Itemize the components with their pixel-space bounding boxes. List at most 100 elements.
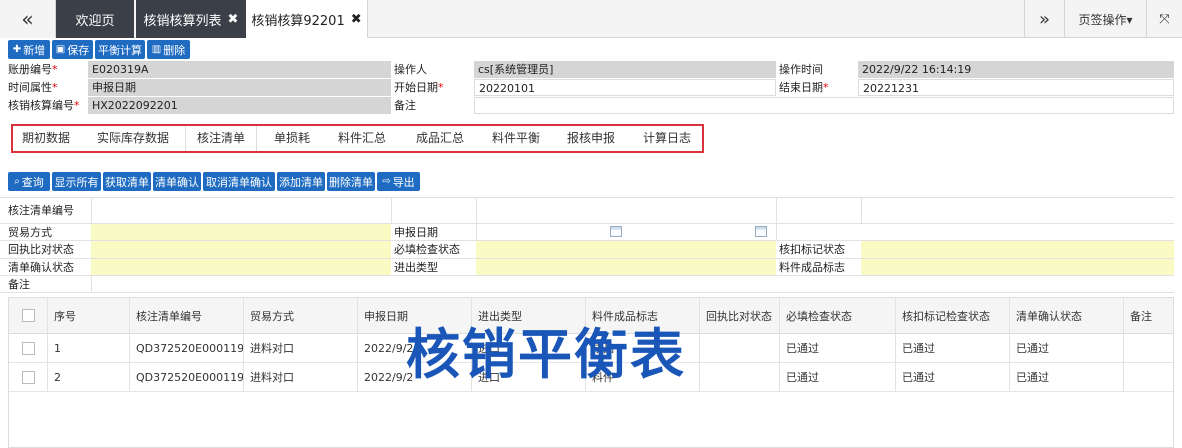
deduct-status-select[interactable] [861, 241, 1174, 258]
tab-actual-stock[interactable]: 实际库存数据 [83, 126, 183, 151]
cell-seq: 2 [48, 363, 130, 391]
confirm-list-button[interactable]: 清单确认 [153, 172, 201, 191]
plus-icon: ✚ [12, 44, 22, 55]
cell-trade: 进料对口 [244, 334, 358, 362]
col-header-remark[interactable]: 备注 [1124, 298, 1173, 333]
tab-label: 核销核算92201 [251, 13, 345, 29]
operator-field[interactable]: cs[系统管理员] [474, 61, 776, 78]
tab-label: 欢迎页 [75, 13, 115, 29]
col-header-receipt[interactable]: 回执比对状态 [700, 298, 780, 333]
tab-calc-detail[interactable]: 核销核算92201 ✖ [246, 0, 368, 38]
account-no-field[interactable]: E020319A [88, 61, 391, 78]
delete-button-label: 删除 [163, 43, 186, 57]
export-icon: ⇨ [382, 176, 391, 187]
cell-receipt [700, 334, 780, 362]
account-no-label: 账册编号* [8, 63, 58, 76]
col-header-deduct[interactable]: 核扣标记检查状态 [896, 298, 1010, 333]
fullscreen-icon[interactable]: ⤧ [1146, 0, 1182, 38]
row-select-cell [9, 363, 48, 391]
cell-trade: 进料对口 [244, 363, 358, 391]
cell-list-no: QD372520E0001192 [130, 334, 244, 362]
export-button-label: 导出 [392, 175, 415, 189]
tab-material-summary[interactable]: 料件汇总 [325, 126, 399, 151]
remark-field[interactable] [474, 97, 1174, 114]
collapse-sidebar-icon[interactable]: « [0, 0, 56, 38]
empty-cell [861, 198, 1174, 223]
calc-no-field[interactable]: HX2022092201 [88, 97, 391, 114]
tab-opening-data[interactable]: 期初数据 [13, 126, 79, 151]
delete-button[interactable]: ▥ 删除 [147, 40, 190, 59]
cell-required: 已通过 [780, 363, 896, 391]
export-button[interactable]: ⇨ 导出 [377, 172, 420, 191]
cancel-confirm-button[interactable]: 取消清单确认 [203, 172, 275, 191]
col-header-required[interactable]: 必填检查状态 [780, 298, 896, 333]
col-header-list-no[interactable]: 核注清单编号 [130, 298, 244, 333]
cell-deduct: 已通过 [896, 334, 1010, 362]
cell-seq: 1 [48, 334, 130, 362]
tab-product-summary[interactable]: 成品汇总 [403, 126, 477, 151]
time-attr-field[interactable]: 申报日期 [88, 79, 391, 96]
row-checkbox[interactable] [21, 341, 35, 355]
list-confirm-label: 清单确认状态 [8, 261, 74, 274]
calendar-icon[interactable] [755, 226, 767, 237]
receipt-status-select[interactable] [91, 241, 391, 258]
tab-declaration-list[interactable]: 核注清单 [185, 126, 257, 151]
empty-cell [776, 224, 1174, 240]
start-date-label: 开始日期* [394, 81, 444, 94]
declare-date-range[interactable] [476, 224, 776, 240]
col-header-trade[interactable]: 贸易方式 [244, 298, 358, 333]
close-icon[interactable]: ✖ [351, 12, 362, 27]
scroll-tabs-right-icon[interactable]: » [1024, 0, 1064, 38]
tab-calc-list[interactable]: 核销核算列表 ✖ [136, 0, 246, 38]
save-button[interactable]: ▣ 保存 [52, 40, 93, 59]
cell-list-no: QD372520E0001192 [130, 363, 244, 391]
row-checkbox[interactable] [21, 370, 35, 384]
filter-form: 核注清单编号 贸易方式 申报日期 回执比对状态 必填检查状态 核扣标记状态 清单… [0, 197, 1174, 293]
cell-remark [1124, 334, 1173, 362]
list-no-input[interactable] [91, 198, 391, 223]
section-tabs: 期初数据 实际库存数据 核注清单 单损耗 料件汇总 成品汇总 料件平衡 报核申报… [11, 124, 704, 153]
fetch-list-button[interactable]: 获取清单 [103, 172, 151, 191]
list-no-label: 核注清单编号 [8, 204, 74, 217]
close-icon[interactable]: ✖ [228, 12, 239, 27]
io-type-label: 进出类型 [394, 261, 438, 274]
save-button-label: 保存 [67, 43, 90, 57]
tab-unit-loss[interactable]: 单损耗 [261, 126, 323, 151]
remark-label: 备注 [394, 99, 416, 112]
query-button[interactable]: ⌕ 查询 [8, 172, 50, 191]
declare-date-label: 申报日期 [394, 226, 438, 239]
tab-bar: « 欢迎页 核销核算列表 ✖ 核销核算92201 ✖ » 页签操作▾ ⤧ [0, 0, 1182, 38]
select-all-checkbox[interactable] [21, 309, 35, 322]
tab-welcome[interactable]: 欢迎页 [56, 0, 134, 38]
end-date-label: 结束日期* [779, 81, 829, 94]
remark-input[interactable] [91, 276, 1174, 292]
end-date-field[interactable]: 20221231 [858, 79, 1174, 96]
list-confirm-select[interactable] [91, 259, 391, 275]
trade-mode-select[interactable] [91, 224, 391, 240]
col-header-confirm[interactable]: 清单确认状态 [1010, 298, 1124, 333]
receipt-status-label: 回执比对状态 [8, 243, 74, 256]
add-button[interactable]: ✚ 新增 [8, 40, 50, 59]
start-date-field[interactable]: 20220101 [474, 79, 776, 96]
calendar-icon[interactable] [610, 226, 622, 237]
row-select-cell [9, 334, 48, 362]
io-type-select[interactable] [476, 259, 776, 275]
show-all-button[interactable]: 显示所有 [52, 172, 101, 191]
tab-ops-menu[interactable]: 页签操作▾ [1064, 0, 1146, 38]
empty-cell [391, 198, 476, 223]
tab-label: 核销核算列表 [143, 13, 222, 29]
empty-cell [476, 198, 776, 223]
delete-list-button[interactable]: 删除清单 [327, 172, 375, 191]
col-header-seq[interactable]: 序号 [48, 298, 130, 333]
tab-material-balance[interactable]: 料件平衡 [479, 126, 553, 151]
tab-calc-log[interactable]: 计算日志 [631, 126, 703, 151]
cell-remark [1124, 363, 1173, 391]
balance-calc-button[interactable]: 平衡计算 [95, 40, 145, 59]
tab-report-submit[interactable]: 报核申报 [555, 126, 627, 151]
required-check-select[interactable] [476, 241, 776, 258]
add-list-button[interactable]: 添加清单 [277, 172, 325, 191]
product-flag-label: 料件成品标志 [779, 261, 845, 274]
op-time-field[interactable]: 2022/9/22 16:14:19 [858, 61, 1174, 78]
trash-icon: ▥ [151, 44, 162, 55]
product-flag-select[interactable] [861, 259, 1174, 275]
